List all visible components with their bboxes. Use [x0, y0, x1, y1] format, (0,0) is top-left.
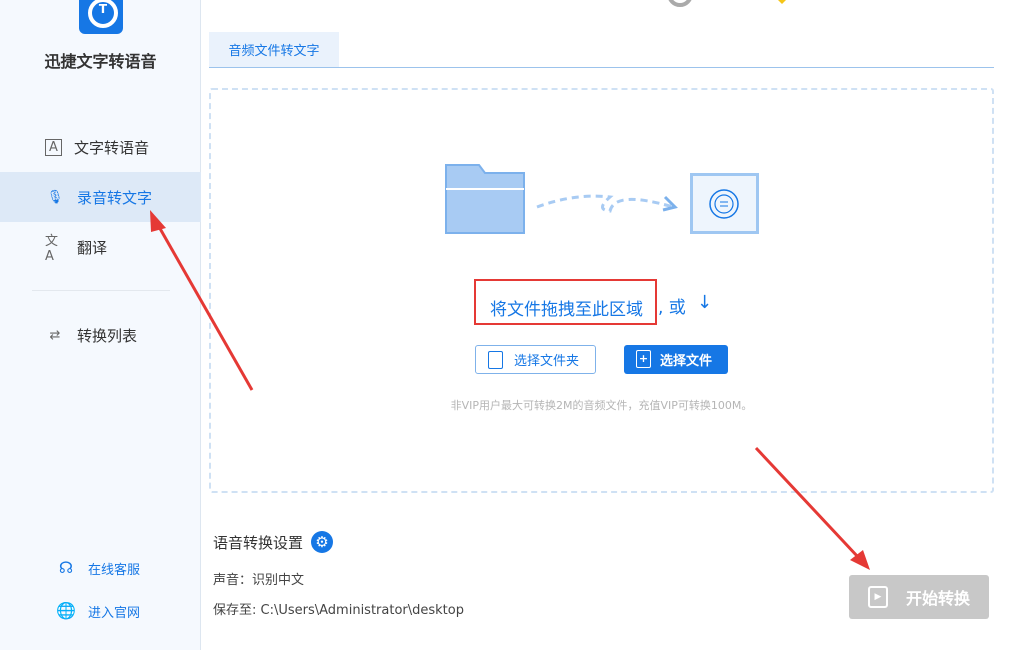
sidebar-item-label: 翻译 — [77, 237, 107, 258]
footer-label: 在线客服 — [88, 559, 140, 578]
voice-setting: 声音：识别中文 — [213, 569, 304, 588]
settings-title-text: 语音转换设置 — [213, 532, 303, 553]
arrow-down-icon: ↓ — [697, 292, 712, 313]
or-text: , 或 — [658, 293, 686, 318]
folder-icon — [445, 164, 525, 234]
microphone-icon: 🎙 — [45, 187, 65, 207]
start-conversion-button[interactable]: ▶ 开始转换 — [849, 575, 989, 619]
drag-hint-text: 将文件拖拽至此区域 — [490, 295, 643, 320]
sidebar-item-audio-to-text[interactable]: 🎙 录音转文字 — [0, 172, 201, 222]
settings-title: 语音转换设置 ⚙ — [213, 531, 333, 553]
select-folder-button[interactable]: 选择文件夹 — [475, 345, 596, 374]
vip-limit-hint: 非VIP用户最大可转换2M的音频文件，充值VIP可转换100M。 — [209, 397, 994, 413]
app-name: 迅捷文字转语音 — [0, 48, 201, 72]
list-icon: ⇄ — [45, 325, 65, 345]
sidebar-item-label: 转换列表 — [77, 325, 137, 346]
official-site-link[interactable]: 🌐 进入官网 — [56, 601, 140, 621]
text-a-icon: A — [45, 139, 62, 156]
annotation-arrowhead — [850, 550, 870, 570]
button-label: 选择文件 — [660, 350, 712, 369]
play-icon: ▶ — [868, 586, 888, 608]
dashed-arrow-icon — [535, 185, 680, 220]
select-file-button[interactable]: + 选择文件 — [624, 345, 728, 374]
globe-icon: 🌐 — [56, 601, 76, 621]
sidebar-item-label: 文字转语音 — [74, 137, 149, 158]
convert-text-icon — [693, 176, 756, 231]
sidebar: 迅捷文字转语音 A 文字转语音 🎙 录音转文字 文A 翻译 ⇄ 转换列表 ☊ 在… — [0, 0, 201, 650]
top-toolbar-icons[interactable] — [666, 0, 836, 8]
drag-hint-highlight: 将文件拖拽至此区域 — [474, 279, 657, 325]
button-label: 选择文件夹 — [514, 350, 579, 369]
headset-icon: ☊ — [56, 558, 76, 578]
sidebar-item-translate[interactable]: 文A 翻译 — [0, 222, 201, 272]
translate-icon: 文A — [45, 237, 65, 257]
button-label: 开始转换 — [906, 585, 970, 609]
text-file-target — [690, 173, 759, 234]
sidebar-item-conversion-list[interactable]: ⇄ 转换列表 — [0, 310, 201, 360]
tab-underline — [209, 67, 994, 68]
divider — [32, 290, 170, 291]
folder-outline-icon — [488, 351, 503, 369]
add-file-icon: + — [636, 350, 651, 368]
sidebar-item-text-to-speech[interactable]: A 文字转语音 — [0, 122, 201, 172]
footer-label: 进入官网 — [88, 602, 140, 621]
tab-audio-file-to-text[interactable]: 音频文件转文字 — [209, 32, 339, 67]
vip-diamond-icon — [774, 0, 790, 4]
online-support-link[interactable]: ☊ 在线客服 — [56, 558, 140, 578]
gear-icon[interactable]: ⚙ — [311, 531, 333, 553]
app-logo — [79, 0, 123, 34]
save-path[interactable]: 保存至: C:\Users\Administrator\desktop — [213, 599, 464, 618]
sidebar-item-label: 录音转文字 — [77, 187, 152, 208]
user-icon — [669, 0, 691, 5]
